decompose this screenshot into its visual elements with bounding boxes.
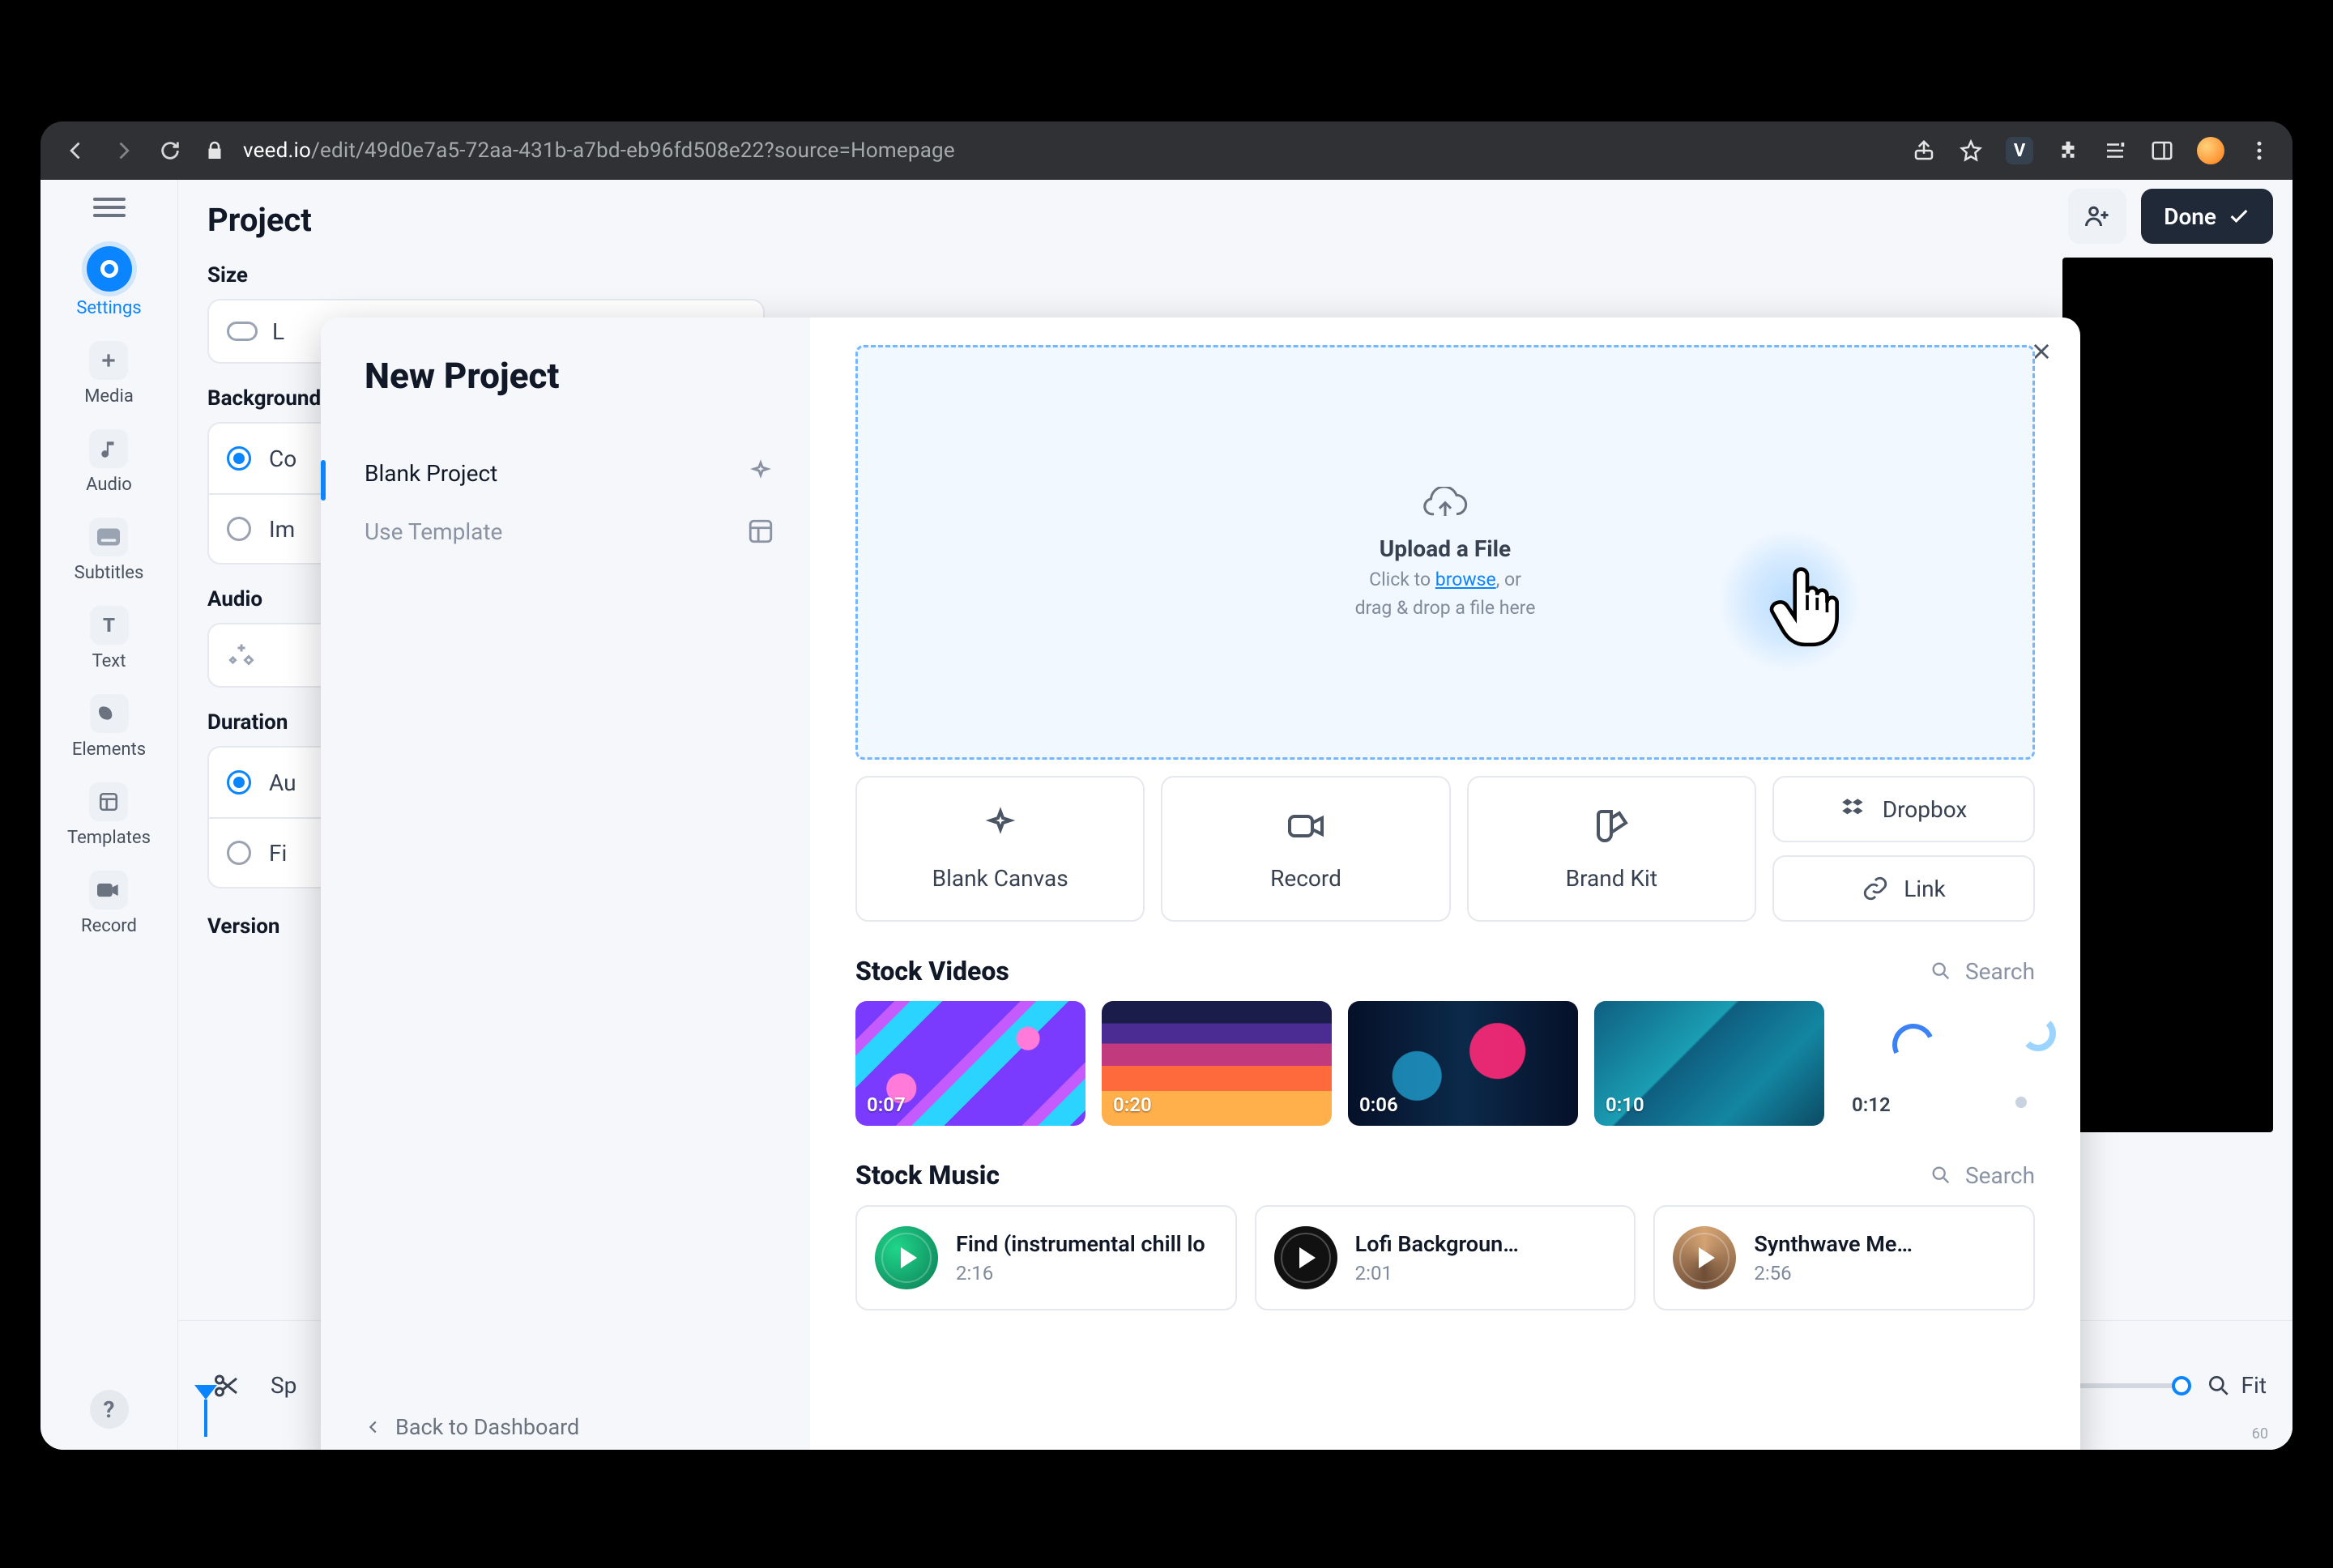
layout-icon <box>747 518 774 545</box>
forward-button[interactable] <box>109 136 138 165</box>
address-bar[interactable]: veed.io/edit/49d0e7a5-72aa-431b-a7bd-eb9… <box>203 138 1894 163</box>
search-videos[interactable]: Search <box>1930 958 2035 985</box>
duration-label: 0:07 <box>867 1093 906 1116</box>
stock-music-card[interactable]: Lofi Backgroun… 2:01 <box>1255 1205 1636 1310</box>
duration-label: 0:10 <box>1606 1093 1644 1116</box>
cloud-upload-icon <box>1422 487 1468 522</box>
music-title: Synthwave Me… <box>1754 1231 1913 1257</box>
stock-video-card[interactable]: 0:12 <box>1840 1001 2071 1126</box>
search-icon <box>1930 960 1952 982</box>
toolbar-right: V <box>1912 137 2271 164</box>
stock-music-card[interactable]: Find (instrumental chill lo 2:16 <box>855 1205 1237 1310</box>
camera-icon <box>1286 807 1325 846</box>
stock-video-card[interactable]: 0:07 <box>855 1001 1085 1126</box>
profile-avatar[interactable] <box>2197 137 2224 164</box>
music-title: Find (instrumental chill lo <box>956 1231 1205 1257</box>
link-icon <box>1862 875 1889 902</box>
upload-dropzone[interactable]: Upload a File Click to browse, or drag &… <box>855 345 2035 760</box>
stock-video-card[interactable]: 0:06 <box>1348 1001 1578 1126</box>
card-link[interactable]: Link <box>1772 855 2035 922</box>
card-brand-kit[interactable]: Brand Kit <box>1467 776 1756 922</box>
duration-label: 0:20 <box>1113 1093 1152 1116</box>
extensions-icon[interactable] <box>2056 138 2080 163</box>
stock-music-row: Find (instrumental chill lo 2:16 Lofi Ba… <box>855 1205 2035 1310</box>
play-button[interactable] <box>875 1226 938 1289</box>
option-label: Blank Project <box>365 460 497 487</box>
back-to-dashboard[interactable]: Back to Dashboard <box>365 1400 774 1445</box>
duration-label: 0:12 <box>1852 1093 1891 1116</box>
modal-main: Upload a File Click to browse, or drag &… <box>810 317 2080 1450</box>
section-stock-videos: Stock Videos <box>855 956 1009 986</box>
option-use-template[interactable]: Use Template <box>365 502 774 560</box>
browse-link[interactable]: browse <box>1435 569 1496 590</box>
modal-title: New Project <box>365 355 774 397</box>
veed-extension-icon[interactable]: V <box>2006 137 2033 164</box>
dropzone-title: Upload a File <box>1380 535 1511 562</box>
app-root: Done Settings Media Audio <box>41 180 2292 1450</box>
dropbox-icon <box>1840 795 1868 823</box>
card-label: Link <box>1904 876 1946 902</box>
stock-music-card[interactable]: Synthwave Me… 2:56 <box>1653 1205 2035 1310</box>
lock-icon <box>203 138 227 163</box>
music-duration: 2:56 <box>1754 1262 1913 1285</box>
stock-video-card[interactable]: 0:10 <box>1594 1001 1824 1126</box>
stock-video-card[interactable]: 0:20 <box>1102 1001 1332 1126</box>
active-indicator <box>321 460 326 501</box>
sparkle-icon <box>747 459 774 487</box>
dropzone-sub1: Click to browse, or <box>1369 569 1521 590</box>
stock-video-row: 0:07 0:20 0:06 0:10 0:12 <box>855 1001 2035 1126</box>
new-project-modal: New Project Blank Project Use Template B… <box>321 317 2080 1450</box>
duration-label: 0:06 <box>1359 1093 1398 1116</box>
card-blank-canvas[interactable]: Blank Canvas <box>855 776 1145 922</box>
back-label: Back to Dashboard <box>395 1414 579 1440</box>
star-icon[interactable] <box>1959 138 1983 163</box>
panel-icon[interactable] <box>2150 138 2174 163</box>
music-duration: 2:16 <box>956 1262 1205 1285</box>
search-label: Search <box>1965 958 2035 985</box>
reading-list-icon[interactable] <box>2103 138 2127 163</box>
page-url: veed.io/edit/49d0e7a5-72aa-431b-a7bd-eb9… <box>243 138 955 163</box>
search-label: Search <box>1965 1162 2035 1189</box>
play-button[interactable] <box>1274 1226 1337 1289</box>
option-blank-project[interactable]: Blank Project <box>365 444 774 502</box>
kebab-icon[interactable] <box>2247 138 2271 163</box>
reload-button[interactable] <box>156 136 185 165</box>
card-label: Brand Kit <box>1566 865 1657 892</box>
chevron-left-icon <box>365 1418 382 1436</box>
section-stock-music: Stock Music <box>855 1160 1000 1191</box>
browser-window: veed.io/edit/49d0e7a5-72aa-431b-a7bd-eb9… <box>41 121 2292 1450</box>
play-button[interactable] <box>1673 1226 1736 1289</box>
card-dropbox[interactable]: Dropbox <box>1772 776 2035 842</box>
browser-toolbar: veed.io/edit/49d0e7a5-72aa-431b-a7bd-eb9… <box>41 121 2292 180</box>
card-label: Dropbox <box>1883 796 1968 823</box>
search-icon <box>1930 1164 1952 1187</box>
sparkle-icon <box>981 807 1020 846</box>
card-label: Blank Canvas <box>932 865 1068 892</box>
dropzone-sub2: drag & drop a file here <box>1355 597 1536 619</box>
cursor-hand-icon <box>1767 560 1848 650</box>
search-music[interactable]: Search <box>1930 1162 2035 1189</box>
card-label: Record <box>1270 865 1341 892</box>
music-duration: 2:01 <box>1355 1262 1519 1285</box>
card-record[interactable]: Record <box>1161 776 1450 922</box>
share-icon[interactable] <box>1912 138 1936 163</box>
modal-overlay: New Project Blank Project Use Template B… <box>41 180 2292 1450</box>
modal-sidebar: New Project Blank Project Use Template B… <box>321 317 810 1450</box>
back-button[interactable] <box>62 136 91 165</box>
option-label: Use Template <box>365 518 502 545</box>
swatch-icon <box>1592 807 1631 846</box>
music-title: Lofi Backgroun… <box>1355 1231 1519 1257</box>
